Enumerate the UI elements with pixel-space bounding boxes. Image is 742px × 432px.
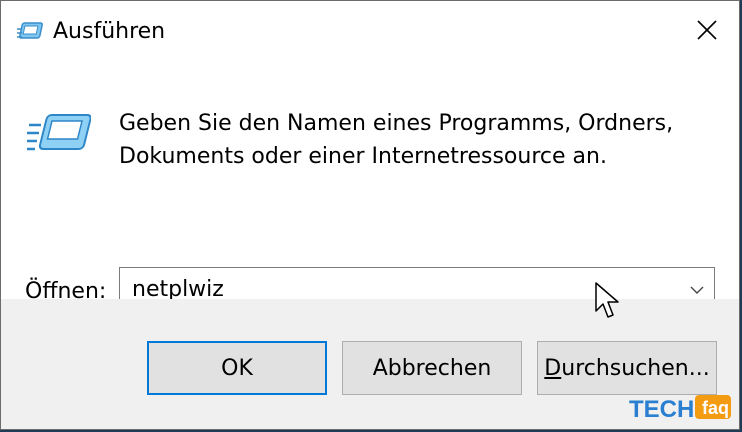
- cancel-button[interactable]: Abbrechen: [342, 341, 522, 395]
- browse-button[interactable]: Durchsuchen...: [537, 341, 717, 395]
- instruction-line-1: Geben Sie den Namen eines Programms, Ord…: [119, 111, 674, 136]
- window-title: Ausführen: [53, 19, 166, 44]
- run-dialog: Ausführen Geben Sie den Namen eines Prog…: [0, 0, 740, 430]
- run-program-icon: [27, 114, 91, 151]
- instruction-text: Geben Sie den Namen eines Programms, Ord…: [119, 107, 673, 173]
- close-icon: [697, 20, 717, 40]
- mouse-cursor-icon: [595, 282, 619, 318]
- logo-text-badge: faq: [702, 398, 729, 418]
- close-button[interactable]: [675, 1, 739, 59]
- run-icon: [17, 22, 43, 39]
- instruction-line-2: Dokuments oder einer Internetressource a…: [119, 144, 607, 169]
- chevron-down-icon[interactable]: [688, 281, 706, 299]
- title-bar[interactable]: Ausführen: [1, 1, 739, 61]
- techfaq-logo: TECH faq: [629, 395, 731, 423]
- browse-label: urchsuchen...: [561, 355, 710, 381]
- browse-mnemonic: D: [544, 355, 562, 381]
- ok-button[interactable]: OK: [147, 341, 327, 395]
- logo-text-main: TECH: [629, 396, 694, 423]
- dialog-content: Geben Sie den Namen eines Programms, Ord…: [1, 61, 739, 313]
